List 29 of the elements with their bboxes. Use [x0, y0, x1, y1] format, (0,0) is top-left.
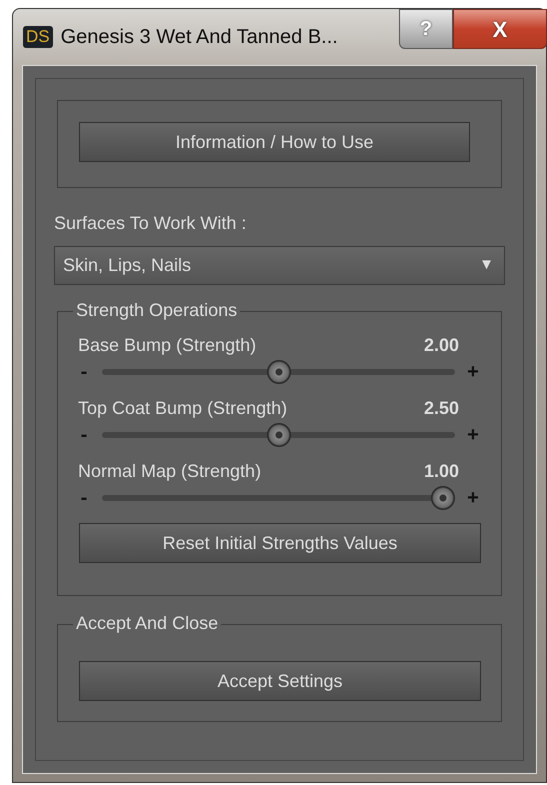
- minus-icon[interactable]: -: [78, 362, 90, 382]
- minus-icon[interactable]: -: [78, 425, 90, 445]
- slider-label: Base Bump (Strength): [78, 334, 256, 357]
- dropdown-value: Skin, Lips, Nails: [63, 254, 192, 277]
- slider-label: Top Coat Bump (Strength): [78, 397, 288, 420]
- window-title: Genesis 3 Wet And Tanned B...: [60, 25, 338, 50]
- slider[interactable]: [102, 422, 455, 448]
- slider[interactable]: [102, 359, 455, 385]
- plus-icon[interactable]: +: [467, 362, 479, 382]
- close-button[interactable]: X: [453, 9, 547, 49]
- dropdown-arrow-icon: ▼: [479, 254, 494, 277]
- slider-value: 2.50: [424, 397, 459, 420]
- slider-thumb[interactable]: [431, 486, 455, 510]
- plus-icon[interactable]: +: [467, 488, 479, 508]
- plus-icon[interactable]: +: [467, 425, 479, 445]
- reset-button[interactable]: Reset Initial Strengths Values: [79, 523, 481, 563]
- slider-label: Normal Map (Strength): [78, 460, 262, 483]
- slider-thumb[interactable]: [266, 360, 290, 384]
- accept-button[interactable]: Accept Settings: [79, 661, 481, 701]
- minus-icon[interactable]: -: [78, 488, 90, 508]
- surfaces-dropdown[interactable]: Skin, Lips, Nails ▼: [54, 246, 505, 285]
- slider-value: 2.00: [424, 334, 459, 357]
- slider-value: 1.00: [424, 460, 459, 483]
- app-logo-icon: DS: [23, 26, 53, 48]
- help-button[interactable]: ?: [399, 9, 453, 49]
- slider-thumb[interactable]: [266, 423, 290, 447]
- surfaces-label: Surfaces To Work With :: [54, 212, 248, 235]
- information-button[interactable]: Information / How to Use: [79, 122, 470, 162]
- slider[interactable]: [102, 485, 455, 511]
